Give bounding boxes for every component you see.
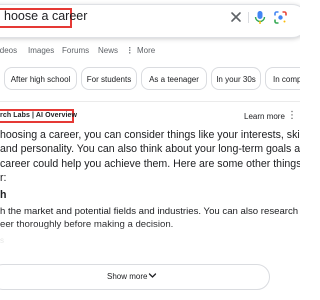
close-icon[interactable] <box>229 10 243 24</box>
ai-overview-text: hoosing a career, you can consider thing… <box>0 128 300 186</box>
search-bar-divider <box>248 12 249 23</box>
fade-overlay <box>0 222 300 252</box>
tab-images[interactable]: Images <box>28 46 54 55</box>
tab-videos[interactable]: ideos <box>0 46 17 55</box>
search-input[interactable]: hoose a career <box>4 9 87 23</box>
chip-after-high-school[interactable]: After high school <box>4 67 77 90</box>
chip-in-computer[interactable]: In compu <box>265 67 300 90</box>
tab-more[interactable]: More <box>137 46 155 55</box>
chevron-down-icon[interactable] <box>148 271 157 280</box>
ai-overview-subheading: h <box>0 189 7 201</box>
chip-as-a-teenager[interactable]: As a teenager <box>141 67 207 90</box>
ai-overview-line: and personality. You can also think abou… <box>0 143 300 156</box>
section-divider <box>0 101 300 102</box>
more-vertical-icon[interactable]: ⋮ <box>287 110 297 121</box>
ai-overview-line: hoosing a career, you can consider thing… <box>0 129 300 141</box>
google-lens-icon[interactable] <box>273 10 288 25</box>
chip-for-students[interactable]: For students <box>81 67 137 90</box>
chip-in-your-30s[interactable]: In your 30s <box>211 67 261 90</box>
tab-forums[interactable]: Forums <box>62 46 89 55</box>
microphone-icon[interactable] <box>254 10 266 25</box>
ai-overview-label: rch Labs | AI Overview <box>0 112 78 119</box>
ai-overview-detail-line: h the market and potential fields and in… <box>0 206 300 217</box>
show-more-label[interactable]: Show more <box>107 272 147 281</box>
more-vertical-dots-icon: ⁝ <box>128 45 132 57</box>
tab-news[interactable]: News <box>98 46 118 55</box>
learn-more-link[interactable]: Learn more <box>244 112 285 121</box>
search-results-page: hoose a career ideos Images Forums News … <box>0 0 300 300</box>
ai-overview-line: r: <box>0 172 7 185</box>
ai-overview-line: career could help you achieve them. Here… <box>0 157 300 170</box>
